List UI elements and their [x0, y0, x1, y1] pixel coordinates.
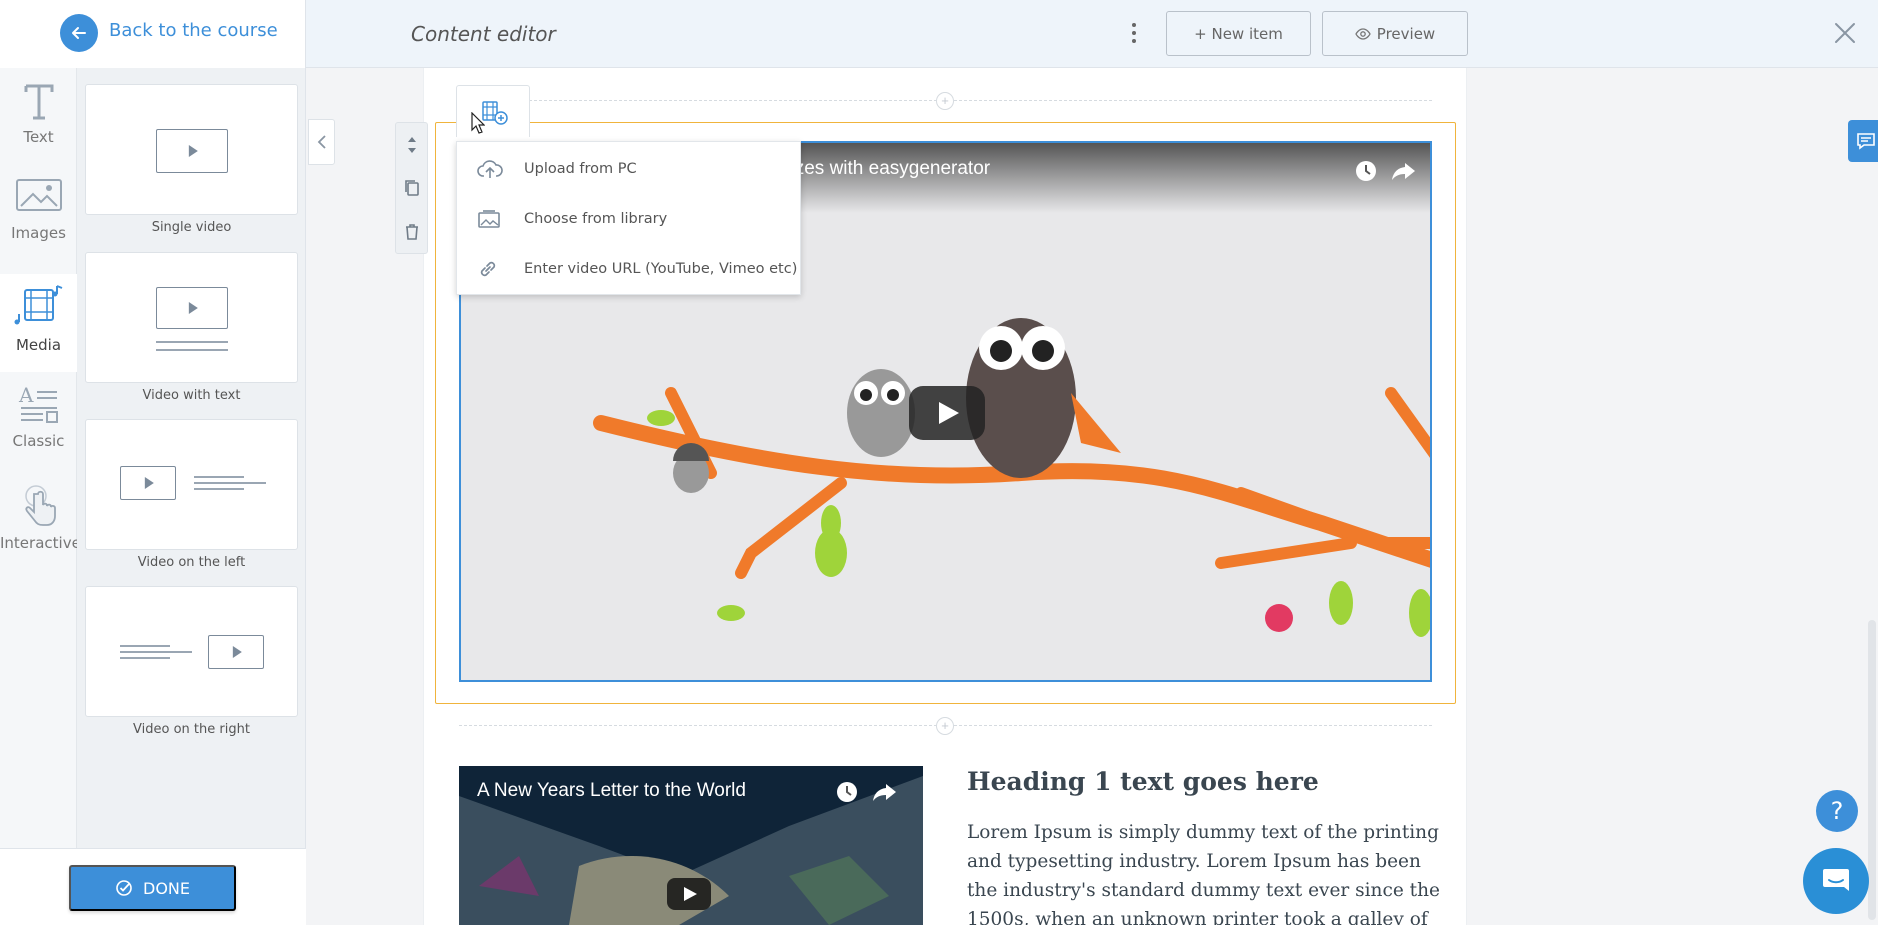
video-player-second[interactable]: A New Years Letter to the World	[459, 766, 923, 925]
choose-from-library-item[interactable]: Choose from library	[457, 196, 802, 242]
category-rail: Text Images Media A Classic Interactive	[0, 68, 81, 848]
template-video-on-right[interactable]	[85, 586, 298, 717]
play-icon	[208, 635, 264, 669]
more-options-icon[interactable]	[1128, 20, 1140, 46]
svg-text:A: A	[18, 384, 34, 407]
trash-icon[interactable]	[404, 223, 420, 241]
duplicate-icon[interactable]	[404, 179, 420, 197]
image-icon	[15, 179, 62, 211]
category-media[interactable]: Media	[0, 274, 77, 372]
category-interactive[interactable]: Interactive	[0, 482, 81, 580]
preview-label: Preview	[1376, 24, 1436, 43]
comments-tab[interactable]	[1848, 120, 1878, 162]
top-header: Back to the course Content editor + New …	[0, 0, 1878, 68]
video-title: A New Years Letter to the World	[477, 780, 746, 801]
help-button[interactable]: ?	[1816, 790, 1858, 832]
play-icon	[156, 129, 228, 173]
share-icon[interactable]	[872, 780, 898, 804]
template-video-with-text[interactable]	[85, 252, 298, 383]
play-icon	[120, 466, 176, 500]
media-icon	[14, 285, 62, 325]
classic-icon: A	[18, 384, 58, 423]
chat-launcher-button[interactable]	[1803, 848, 1869, 914]
add-block-plus-icon[interactable]: +	[936, 92, 954, 110]
comment-icon	[1857, 133, 1875, 150]
page-title: Content editor	[411, 22, 556, 46]
insert-media-button[interactable]	[456, 85, 530, 137]
share-icon[interactable]	[1391, 159, 1417, 183]
back-label: Back to the course	[109, 20, 278, 41]
new-item-button[interactable]: + New item	[1166, 11, 1311, 56]
preview-button[interactable]: Preview	[1322, 11, 1468, 56]
chevron-left-icon	[317, 135, 326, 149]
watch-later-icon[interactable]	[835, 780, 859, 804]
paragraph-text[interactable]: Lorem Ipsum is simply dummy text of the …	[967, 818, 1447, 925]
mouse-cursor-icon	[471, 112, 485, 134]
template-single-video[interactable]	[85, 84, 298, 215]
link-icon	[480, 261, 496, 277]
add-block-plus-icon[interactable]: +	[936, 717, 954, 735]
play-icon	[156, 287, 228, 329]
block-toolbar	[395, 122, 428, 254]
move-arrows-icon[interactable]	[404, 135, 420, 155]
template-label: Single video	[151, 220, 232, 235]
play-button[interactable]	[909, 386, 985, 440]
media-add-icon	[482, 101, 508, 125]
image-library-icon	[478, 210, 500, 228]
heading-text[interactable]: Heading 1 text goes here	[967, 767, 1319, 796]
text-icon	[24, 84, 53, 120]
chat-icon	[1823, 869, 1849, 891]
media-source-menu: Upload from PC Choose from library Enter…	[456, 141, 801, 295]
arrow-left-icon	[60, 14, 98, 52]
collapse-panel-button[interactable]	[308, 119, 335, 165]
template-video-on-left[interactable]	[85, 419, 298, 550]
hand-pointer-icon	[24, 485, 56, 526]
play-button[interactable]	[667, 878, 711, 910]
close-icon[interactable]	[1832, 20, 1858, 46]
done-bar: DONE	[0, 848, 306, 925]
eye-icon	[1355, 27, 1371, 40]
enter-video-url-item[interactable]: Enter video URL (YouTube, Vimeo etc)	[457, 246, 802, 292]
template-label: Video on the right	[133, 722, 250, 737]
template-label: Video on the left	[137, 555, 246, 570]
template-label: Video with text	[142, 388, 241, 403]
done-button[interactable]: DONE	[69, 865, 236, 911]
template-panel: Single video Video with text Video on th…	[77, 68, 306, 848]
category-images[interactable]: Images	[0, 176, 77, 264]
check-circle-icon	[116, 880, 132, 896]
category-classic[interactable]: A Classic	[0, 384, 77, 468]
watch-later-icon[interactable]	[1354, 159, 1378, 183]
upload-from-pc-item[interactable]: Upload from PC	[457, 146, 802, 192]
category-text[interactable]: Text	[0, 82, 77, 162]
cloud-upload-icon	[477, 160, 503, 178]
scrollbar[interactable]	[1868, 620, 1876, 920]
back-to-course-link[interactable]: Back to the course	[0, 0, 306, 68]
video-title: izzes with easygenerator	[781, 158, 991, 179]
